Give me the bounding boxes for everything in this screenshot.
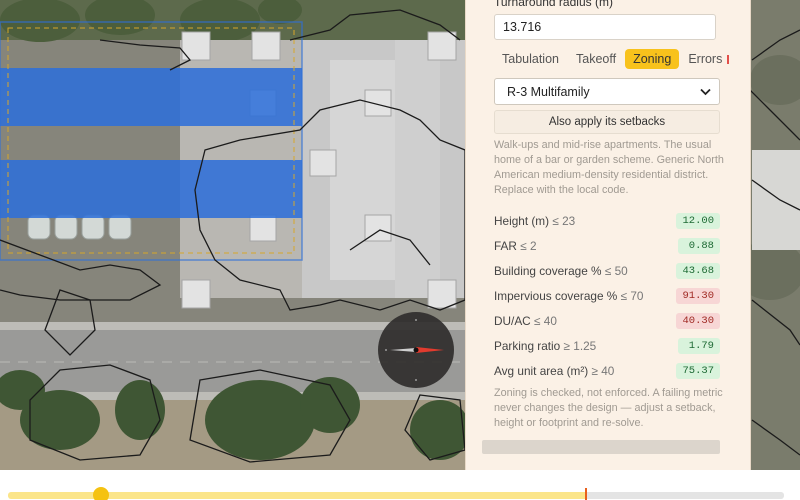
metric-value: 91.30	[676, 287, 720, 304]
building-bar[interactable]	[0, 68, 302, 126]
metric-name: FAR ≤ 2	[494, 238, 537, 253]
metric-value: 1.79	[678, 337, 720, 354]
metric-name: Building coverage % ≤ 50	[494, 263, 628, 278]
metric-row: Parking ratio ≥ 1.25 1.79	[494, 333, 720, 358]
panel-tabs: Tabulation Takeoff Zoning Errors	[494, 49, 741, 69]
metric-value: 12.00	[676, 212, 720, 229]
panel-scrollbar[interactable]	[482, 440, 720, 454]
tab-takeoff[interactable]: Takeoff	[568, 49, 624, 69]
tab-zoning[interactable]: Zoning	[625, 49, 680, 69]
metric-value: 75.37	[676, 362, 720, 379]
metric-value: 40.30	[676, 312, 720, 329]
zoning-note: Zoning is checked, not enforced. A faili…	[494, 387, 723, 429]
zoning-district-select[interactable]: R-3 Multifamily	[494, 78, 720, 105]
metric-row: FAR ≤ 2 0.88	[494, 233, 720, 258]
metric-row: Height (m) ≤ 23 12.00	[494, 208, 720, 233]
metric-name: Height (m) ≤ 23	[494, 213, 576, 228]
timeline-slider[interactable]	[0, 470, 800, 500]
district-description: Walk-ups and mid-rise apartments. The us…	[494, 139, 724, 196]
metric-limit: ≤ 40	[534, 313, 557, 328]
metric-limit: ≤ 70	[620, 288, 644, 303]
zoning-metrics: Height (m) ≤ 23 12.00 FAR ≤ 2 0.88 Building …	[494, 208, 720, 383]
metric-name: Avg unit area (m²) ≥ 40	[494, 363, 615, 378]
metric-value: 0.88	[678, 237, 720, 254]
metric-limit: ≤ 50	[604, 263, 628, 278]
turnaround-radius-label: Turnaround radius (m)	[494, 0, 613, 9]
apply-setbacks-button[interactable]: Also apply its setbacks	[494, 110, 720, 134]
metric-limit: ≤ 23	[552, 213, 576, 228]
metric-row: Building coverage % ≤ 50 43.68	[494, 258, 720, 283]
turnaround-radius-input[interactable]	[494, 14, 716, 40]
metric-limit: ≥ 1.25	[563, 338, 597, 353]
timeline-marker	[585, 488, 588, 500]
metric-limit: ≤ 2	[520, 238, 537, 253]
timeline-track	[586, 492, 784, 499]
timeline-handle[interactable]	[93, 487, 110, 500]
compass-icon	[385, 319, 444, 381]
compass-widget[interactable]	[378, 312, 454, 388]
tab-errors[interactable]: Errors	[680, 49, 740, 69]
metric-row: Avg unit area (m²) ≥ 40 75.37	[494, 358, 720, 383]
zoning-district-value: R-3 Multifamily	[507, 84, 590, 99]
metric-row: DU/AC ≤ 40 40.30	[494, 308, 720, 333]
metric-name: DU/AC ≤ 40	[494, 313, 557, 328]
properties-panel: Turnaround radius (m) Tabulation Takeoff…	[465, 0, 751, 470]
chevron-down-icon	[700, 88, 711, 95]
error-badge-icon	[726, 55, 732, 64]
building-bar[interactable]	[0, 160, 302, 218]
metric-row: Impervious coverage % ≤ 70 91.30	[494, 283, 720, 308]
metric-name: Impervious coverage % ≤ 70	[494, 288, 644, 303]
metric-name: Parking ratio ≥ 1.25	[494, 338, 597, 353]
metric-limit: ≥ 40	[591, 363, 615, 378]
metric-value: 43.68	[676, 262, 720, 279]
tab-tabulation[interactable]: Tabulation	[494, 49, 567, 69]
tab-errors-label: Errors	[688, 52, 723, 66]
